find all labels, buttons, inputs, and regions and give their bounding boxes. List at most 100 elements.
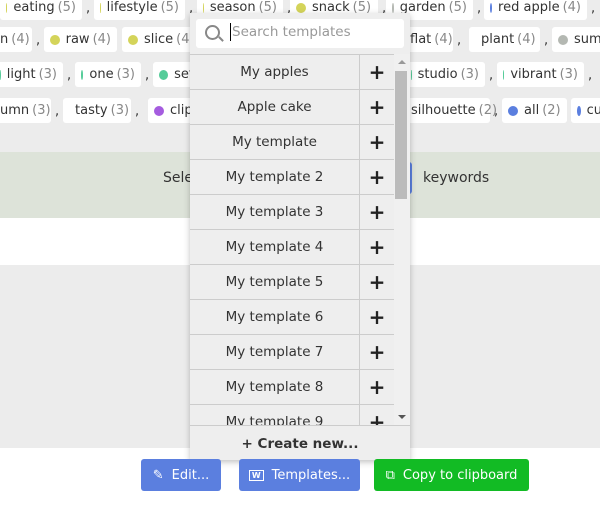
search-input[interactable] [230,23,399,41]
plus-icon[interactable]: + [360,90,394,124]
plus-icon[interactable]: + [360,265,394,299]
template-item[interactable]: My template 4 + [190,230,394,265]
keyword-tag[interactable]: one (3) [75,62,141,87]
keyword-tag[interactable]: n (4) [0,27,32,52]
template-name[interactable]: Apple cake [190,90,360,124]
template-name[interactable]: My template 3 [190,195,360,229]
tag-color-dot-icon [203,2,204,13]
template-name[interactable]: My template 4 [190,230,360,264]
keyword-tag[interactable]: cu [571,98,600,123]
template-item[interactable]: My template 9 + [190,405,394,426]
tag-separator: , [55,104,60,119]
tag-separator: , [145,68,150,83]
tag-color-dot-icon [558,34,568,45]
tag-label: raw [65,32,90,47]
keyword-tag[interactable]: silhouette (2) [405,98,497,123]
template-item[interactable]: My template 3 + [190,195,394,230]
keyword-tag[interactable]: eating (5) [0,0,82,20]
tag-color-dot-icon [159,69,169,80]
plus-icon[interactable]: + [360,300,394,334]
search-box [196,19,404,48]
tag-label: flat [410,32,432,47]
template-item[interactable]: My template 5 + [190,265,394,300]
template-name[interactable]: My template 6 [190,300,360,334]
template-item[interactable]: My template 8 + [190,370,394,405]
tag-label: sum [574,32,600,47]
template-name[interactable]: My template 2 [190,160,360,194]
tag-count: (2) [542,103,561,118]
template-name[interactable]: My template [190,125,360,159]
keyword-tag[interactable]: raw (4) [44,27,117,52]
scroll-down-icon[interactable] [398,415,406,419]
tag-color-dot-icon [0,69,1,80]
tag-count: (3) [32,103,51,118]
edit-button[interactable]: ✎ Edit... [141,459,221,491]
plus-icon[interactable]: + [360,335,394,369]
select-label: Sele [163,170,194,186]
template-name[interactable]: My template 5 [190,265,360,299]
tag-count: (3) [116,67,135,82]
tag-separator: , [489,68,494,83]
tag-label: plant [481,32,515,47]
tag-label: slice [144,32,174,47]
tag-separator: , [544,33,549,48]
scrollbar-thumb[interactable] [395,71,407,199]
tag-label: vibrant [510,67,557,82]
keyword-tag[interactable]: light (3) [0,62,63,87]
template-item[interactable]: My template 6 + [190,300,394,335]
keyword-tag[interactable]: all (2) [502,98,567,123]
tag-label: lifestyle [106,0,158,15]
keyword-tag[interactable]: studio (3) [405,62,485,87]
scrollbar[interactable] [394,54,410,425]
tag-label: umn [0,103,30,118]
tag-color-dot-icon [154,105,164,116]
tag-count: (4) [562,0,581,15]
template-item[interactable]: My template 7 + [190,335,394,370]
tag-color-dot-icon [503,69,505,80]
template-name[interactable]: My template 8 [190,370,360,404]
plus-icon[interactable]: + [360,405,394,426]
template-name[interactable]: My template 9 [190,405,360,426]
tag-color-dot-icon [490,2,493,13]
tag-count: (5) [448,0,467,15]
keyword-tag[interactable]: plant (4) [469,27,540,52]
template-name[interactable]: My template 7 [190,335,360,369]
tag-label: one [89,67,114,82]
keyword-tag[interactable]: flat (4) [404,27,453,52]
tag-count: (3) [559,67,578,82]
tag-count: (4) [11,32,30,47]
tag-count: (4) [434,32,453,47]
plus-icon[interactable]: + [360,55,394,89]
keyword-tag[interactable]: tasty (3) [63,98,131,123]
keyword-tag[interactable]: vibrant (3) [497,62,584,87]
plus-icon[interactable]: + [360,125,394,159]
templates-button[interactable]: W Templates... [239,459,360,491]
tag-count: (4) [517,32,536,47]
templates-dropdown: My apples+Apple cake+My template+My temp… [190,13,410,460]
keyword-tag[interactable]: sum [552,27,600,52]
plus-icon[interactable]: + [360,230,394,264]
copy-label: Copy to clipboard [402,467,518,483]
tag-color-dot-icon [100,2,101,13]
create-new-button[interactable]: + Create new... [190,425,410,461]
plus-icon[interactable]: + [360,195,394,229]
tag-color-dot-icon [6,2,8,13]
template-item[interactable]: Apple cake + [190,90,394,125]
template-item[interactable]: My apples + [190,55,394,90]
keyword-tag[interactable]: lifestyle (5) [94,0,185,20]
tag-count: (3) [110,103,130,118]
tag-label: light [6,67,36,82]
tag-color-dot-icon [50,34,60,45]
search-icon [205,25,220,40]
template-item[interactable]: My template + [190,125,394,160]
scroll-up-icon[interactable] [398,60,406,64]
tag-label: tasty [75,103,108,118]
keyword-tag[interactable]: umn (3) [0,98,51,123]
pencil-icon: ✎ [152,467,164,483]
copy-to-clipboard-button[interactable]: ⧉ Copy to clipboard [374,459,529,491]
plus-icon[interactable]: + [360,370,394,404]
template-item[interactable]: My template 2 + [190,160,394,195]
keyword-tag[interactable]: red apple (4) [484,0,587,20]
template-name[interactable]: My apples [190,55,360,89]
plus-icon[interactable]: + [360,160,394,194]
